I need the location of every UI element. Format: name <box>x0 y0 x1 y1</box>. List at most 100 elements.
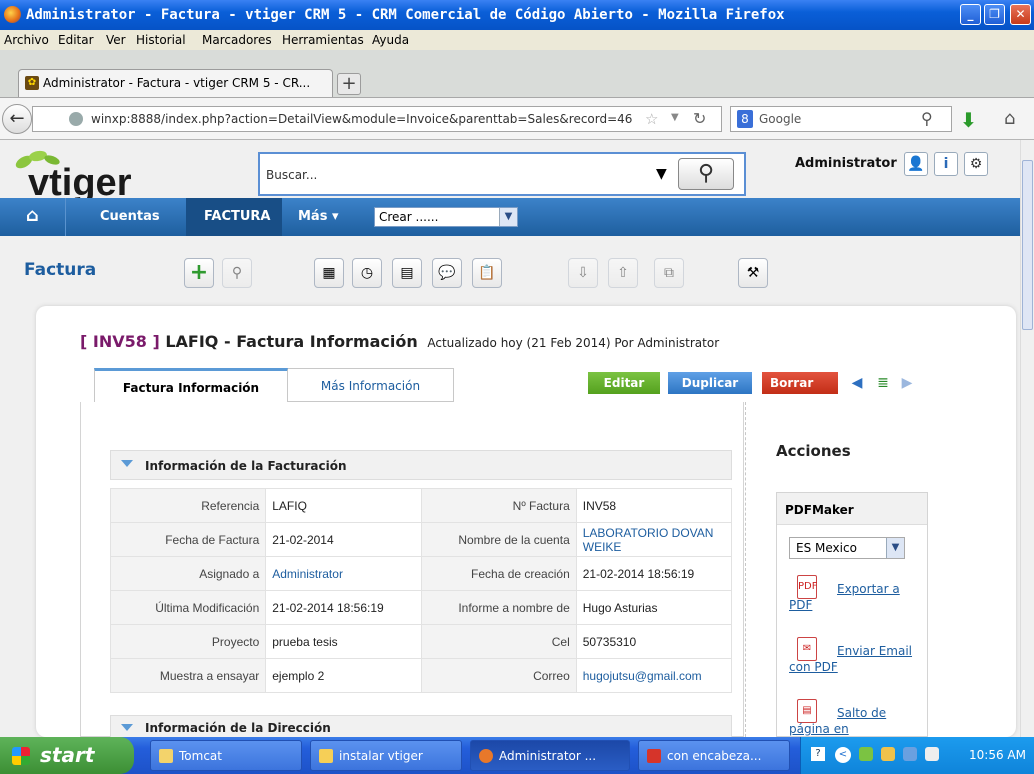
field-value: ejemplo 2 <box>265 658 422 693</box>
settings-gear-icon[interactable]: ⚙ <box>964 152 988 176</box>
field-label: Informe a nombre de <box>420 590 577 625</box>
field-label: Referencia <box>109 488 267 523</box>
menu-ver[interactable]: Ver <box>106 33 126 47</box>
nav-item-mas[interactable]: Más ▾ <box>298 209 339 224</box>
email-pdf-link[interactable]: Enviar Email con PDF <box>789 643 925 675</box>
import-icon[interactable]: ⇩ <box>568 258 598 288</box>
field-value: 50735310 <box>575 624 733 659</box>
taskbar-item-tomcat[interactable]: Tomcat <box>150 740 302 771</box>
calendar-icon[interactable]: ▦ <box>314 258 344 288</box>
start-button[interactable]: start <box>0 737 134 774</box>
tray-expand-icon[interactable]: < <box>835 747 851 763</box>
add-record-icon[interactable]: + <box>184 258 214 288</box>
collapse-triangle-icon <box>121 724 133 731</box>
select-arrow-icon: ▼ <box>499 208 517 226</box>
next-record-icon[interactable]: ▶ <box>896 372 918 394</box>
search-icon[interactable]: ⚲ <box>921 109 933 128</box>
record-updated: Actualizado hoy (21 Feb 2014) Por Admini… <box>427 336 720 350</box>
taskbar-item-label: instalar vtiger <box>339 749 423 763</box>
select-arrow-icon: ▼ <box>886 538 904 558</box>
security-alert-icon[interactable] <box>881 747 895 761</box>
delete-button[interactable]: Borrar <box>762 372 838 394</box>
menu-archivo[interactable]: Archivo <box>4 33 49 47</box>
edit-button[interactable]: Editar <box>588 372 660 394</box>
duplicate-button[interactable]: Duplicar <box>668 372 752 394</box>
table-row: Fecha de Factura 21-02-2014 Nombre de la c… <box>109 522 733 557</box>
nav-item-factura[interactable]: FACTURA <box>186 198 282 236</box>
clock-icon[interactable]: ◷ <box>352 258 382 288</box>
google-icon[interactable]: 8 <box>737 110 753 128</box>
menu-historial[interactable]: Historial <box>136 33 186 47</box>
menu-marcadores[interactable]: Marcadores <box>202 33 272 47</box>
nav-item-cuentas[interactable]: Cuentas <box>100 209 160 224</box>
field-value: 21-02-2014 18:56:19 <box>575 556 733 591</box>
billing-block-header[interactable]: Información de la Facturación <box>110 450 732 480</box>
crm-search-button[interactable]: ⚲ <box>678 158 734 190</box>
user-name[interactable]: Administrator <box>795 156 897 171</box>
crear-select[interactable]: Crear ...... ▼ <box>374 207 518 227</box>
scrollbar-thumb[interactable] <box>1022 160 1033 330</box>
menu-editar[interactable]: Editar <box>58 33 94 47</box>
minimize-button[interactable]: _ <box>960 4 981 25</box>
record-list-icon[interactable]: ≣ <box>872 372 894 394</box>
search-scope-dropdown-icon[interactable]: ▼ <box>656 166 667 182</box>
new-tab-button[interactable]: + <box>337 73 361 95</box>
taskbar-item-pdf[interactable]: con encabeza... <box>638 740 790 771</box>
calculator-icon[interactable]: ▤ <box>392 258 422 288</box>
menu-ayuda[interactable]: Ayuda <box>372 33 409 47</box>
network-icon[interactable] <box>859 747 873 761</box>
download-icon[interactable]: ⬇ <box>960 108 977 132</box>
vtiger-favicon-icon: ✿ <box>25 76 39 90</box>
export-pdf-link[interactable]: Exportar a PDF <box>789 581 925 613</box>
page-scrollbar[interactable] <box>1020 140 1034 737</box>
tab-mas-informacion[interactable]: Más Información <box>288 368 454 402</box>
field-label: Fecha de creación <box>420 556 577 591</box>
field-value[interactable]: LABORATORIO DOVAN WEIKE <box>575 522 733 557</box>
language-select[interactable]: ES Mexico ▼ <box>789 537 905 559</box>
chat-icon[interactable]: 💬 <box>432 258 462 288</box>
taskbar-item-instalar-vtiger[interactable]: instalar vtiger <box>310 740 462 771</box>
folder-icon <box>319 749 333 763</box>
previous-record-icon[interactable]: ◀ <box>846 372 868 394</box>
close-button[interactable]: ✕ <box>1010 4 1031 25</box>
find-duplicates-icon[interactable]: ⧉ <box>654 258 684 288</box>
reload-icon[interactable]: ↻ <box>693 109 706 128</box>
field-value[interactable]: Administrator <box>265 556 422 591</box>
home-icon[interactable]: ⌂ <box>1004 108 1015 129</box>
info-icon[interactable]: i <box>934 152 958 176</box>
url-bar[interactable]: winxp:8888/index.php?action=DetailView&m… <box>32 106 722 132</box>
page-break-link[interactable]: Salto de página en <box>789 705 925 737</box>
field-label: Asignado a <box>109 556 267 591</box>
bookmark-star-icon[interactable]: ☆ <box>645 110 658 128</box>
display-icon[interactable] <box>903 747 917 761</box>
back-button[interactable]: ← <box>2 104 32 134</box>
start-label: start <box>40 743 95 767</box>
crm-search-box[interactable]: Buscar... ▼ ⚲ <box>258 152 746 196</box>
user-profile-icon[interactable]: 👤 <box>904 152 928 176</box>
browser-tab[interactable]: ✿ Administrator - Factura - vtiger CRM 5… <box>18 69 333 97</box>
tab-factura-informacion[interactable]: Factura Información <box>94 368 288 402</box>
crm-search-input[interactable]: Buscar... <box>266 168 317 182</box>
windows-flag-icon <box>12 747 30 765</box>
address-block-title: Información de la Dirección <box>145 721 331 735</box>
pdfmaker-title: PDFMaker <box>777 493 927 525</box>
acciones-title: Acciones <box>776 442 851 460</box>
address-block-header[interactable]: Información de la Dirección <box>110 715 732 737</box>
browser-search-bar[interactable]: 8 Google ⚲ <box>730 106 952 132</box>
history-dropdown-icon[interactable]: ▼ <box>671 112 679 123</box>
nav-home-icon[interactable]: ⌂ <box>0 198 66 236</box>
main-nav-bar: ⌂ Cuentas FACTURA Más ▾ Crear ...... ▼ <box>0 198 1020 236</box>
maximize-button[interactable]: ❐ <box>984 4 1005 25</box>
search-record-icon[interactable]: ⚲ <box>222 258 252 288</box>
volume-icon[interactable] <box>925 747 939 761</box>
export-icon[interactable]: ⇧ <box>608 258 638 288</box>
nav-item-factura-label: FACTURA <box>204 209 271 224</box>
taskbar-item-firefox[interactable]: Administrator ... <box>470 740 630 771</box>
module-settings-icon[interactable]: ⚒ <box>738 258 768 288</box>
clipboard-icon[interactable]: 📋 <box>472 258 502 288</box>
system-tray: ? < 10:56 AM <box>800 737 1034 774</box>
field-label: Nº Factura <box>420 488 577 523</box>
help-icon[interactable]: ? <box>811 747 825 761</box>
field-value[interactable]: hugojutsu@gmail.com <box>575 658 733 693</box>
menu-herramientas[interactable]: Herramientas <box>282 33 364 47</box>
